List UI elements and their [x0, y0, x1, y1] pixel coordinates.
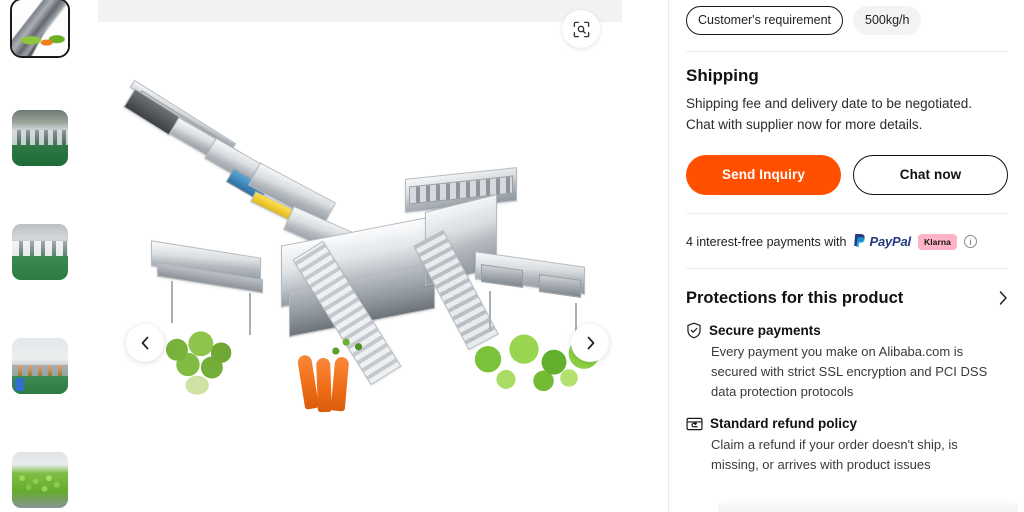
protection-item-head: Standard refund policy	[686, 416, 1008, 432]
installment-text: 4 interest-free payments with	[686, 234, 847, 249]
gallery-thumbnail-3[interactable]	[12, 224, 68, 280]
spec-chip-group: Customer's requirement 500kg/h	[686, 0, 1008, 35]
protection-item-title: Standard refund policy	[710, 416, 858, 431]
gallery-thumbnail-2[interactable]	[12, 110, 68, 166]
product-detail-page: Customer's requirement 500kg/h Shipping …	[0, 0, 1024, 512]
refund-card-icon	[686, 416, 703, 432]
divider-above-payments	[686, 212, 1008, 214]
broccoli-graphic	[153, 329, 245, 403]
gallery-thumbnail-1[interactable]	[10, 0, 70, 58]
info-icon[interactable]: i	[964, 235, 978, 248]
divider-above-shipping	[686, 50, 1008, 52]
protections-title: Protections for this product	[686, 288, 904, 307]
protection-item-head: Secure payments	[686, 322, 1008, 339]
spec-chip-500kgh[interactable]: 500kg/h	[853, 6, 922, 35]
thumbnail-image-1	[12, 0, 68, 56]
divider-above-protections	[686, 267, 1008, 269]
shipping-section: Shipping Shipping fee and delivery date …	[686, 66, 1008, 135]
product-info-panel: Customer's requirement 500kg/h Shipping …	[668, 0, 1024, 512]
chat-now-button[interactable]: Chat now	[852, 154, 1008, 195]
gallery-top-bar	[98, 0, 622, 22]
shipping-line-1: Shipping fee and delivery date to be neg…	[686, 95, 972, 111]
hero-product-image[interactable]	[109, 79, 649, 441]
image-search-icon[interactable]	[562, 10, 600, 48]
chevron-right-icon[interactable]	[998, 290, 1008, 306]
paypal-logo: PayPal	[853, 234, 912, 249]
carrots-graphic	[296, 329, 393, 413]
spec-chip-customers-requirement[interactable]: Customer's requirement	[686, 6, 843, 35]
protection-item-secure-payments: Secure payments Every payment you make o…	[686, 322, 1008, 402]
protection-item-title: Secure payments	[709, 322, 821, 338]
thumbnail-image-2	[12, 110, 68, 166]
thumbnail-rail	[0, 0, 90, 512]
shield-check-icon	[686, 322, 702, 339]
panel-scroll-fade	[718, 498, 1018, 512]
thumbnail-image-5	[12, 452, 68, 508]
protection-item-refund-policy: Standard refund policy Claim a refund if…	[686, 416, 1008, 475]
gallery-prev-button[interactable]	[126, 324, 164, 362]
main-gallery	[90, 0, 668, 512]
installment-payments-row: 4 interest-free payments with PayPal Kla…	[686, 233, 1008, 250]
paypal-icon	[853, 234, 865, 247]
gallery-thumbnail-5[interactable]	[12, 452, 68, 508]
gallery-stage	[90, 22, 668, 500]
shipping-title: Shipping	[686, 65, 759, 85]
protection-item-body: Claim a refund if your order doesn't shi…	[711, 436, 958, 472]
protections-header[interactable]: Protections for this product	[686, 289, 1008, 308]
thumbnail-image-4	[12, 338, 68, 394]
paypal-wordmark: PayPal	[869, 234, 912, 249]
gallery-next-button[interactable]	[571, 324, 609, 362]
protection-item-body: Every payment you make on Alibaba.com is…	[711, 343, 988, 399]
thumbnail-image-3	[12, 224, 68, 280]
gallery-thumbnail-4[interactable]	[12, 338, 68, 394]
shipping-line-2: Chat with supplier now for more details.	[686, 116, 923, 132]
cta-button-row: Send Inquiry Chat now	[686, 154, 1008, 195]
send-inquiry-button[interactable]: Send Inquiry	[686, 154, 841, 195]
klarna-badge: Klarna	[917, 233, 958, 250]
